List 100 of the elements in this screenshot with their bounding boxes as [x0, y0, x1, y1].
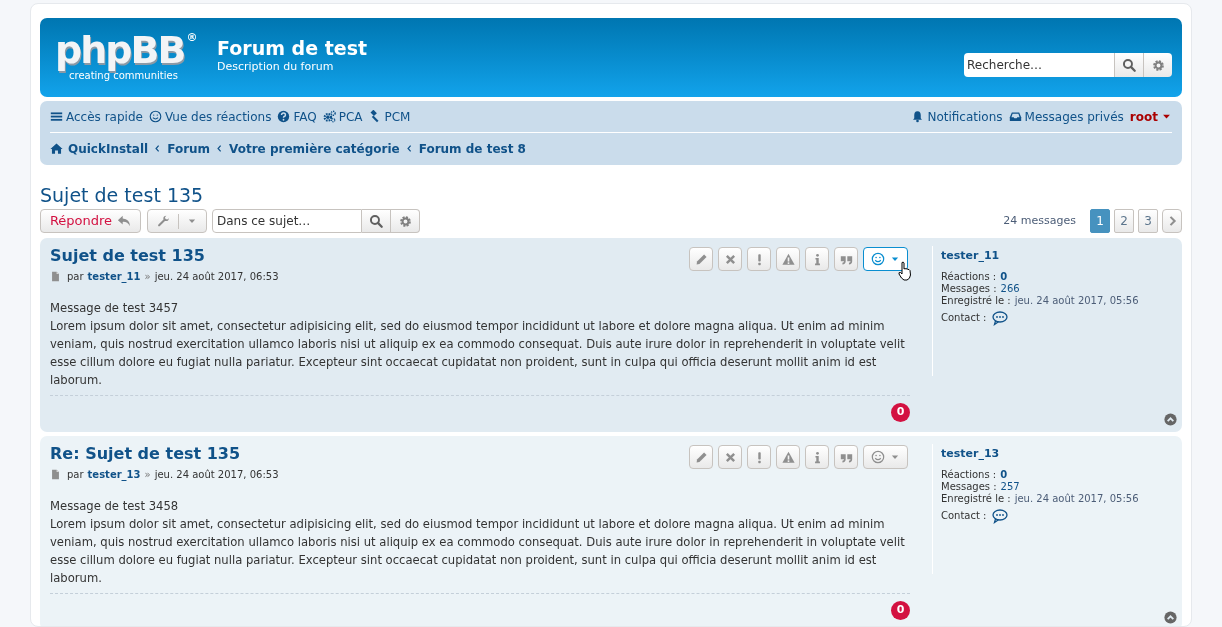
profile-value[interactable]: 266 — [1000, 283, 1020, 295]
author-link[interactable]: tester_13 — [87, 467, 141, 482]
home-icon — [50, 142, 63, 155]
close-icon — [723, 450, 737, 464]
info-button[interactable] — [805, 247, 829, 271]
profile-label: Enregistré le : — [941, 295, 1011, 307]
nav-link[interactable]: Vue des réactions — [148, 107, 272, 126]
profile-value[interactable]: 0 — [1000, 469, 1008, 481]
profile-value: jeu. 24 août 2017, 05:56 — [1014, 493, 1139, 505]
post-first-line: Message de test 3457 — [50, 300, 180, 317]
profile-label: Contact : — [941, 312, 987, 324]
menu-icon — [50, 110, 63, 123]
bell-icon — [911, 110, 925, 123]
reaction-button[interactable] — [863, 445, 908, 469]
smiley-icon — [871, 450, 885, 464]
registered-mark: ® — [186, 32, 198, 44]
warning-icon — [781, 450, 795, 464]
nav-link[interactable]: Notifications — [911, 107, 1003, 126]
help-icon — [277, 110, 291, 123]
warn-button[interactable] — [776, 445, 800, 469]
wrench-icon — [157, 214, 170, 228]
profile-username[interactable]: tester_11 — [941, 250, 1182, 262]
profile-label: Contact : — [941, 510, 987, 522]
settings-icon — [398, 214, 412, 228]
search-button[interactable] — [1114, 53, 1143, 77]
profile-value[interactable]: 0 — [1000, 271, 1008, 283]
next-page-button[interactable] — [1162, 209, 1182, 233]
topic-title[interactable]: Sujet de test 135 — [40, 183, 1182, 207]
smiley-icon — [148, 110, 162, 123]
quote-button[interactable] — [834, 247, 858, 271]
post-date: jeu. 24 août 2017, 06:53 — [154, 468, 279, 482]
profile-label: Enregistré le : — [941, 493, 1011, 505]
nav-link[interactable]: FAQ — [277, 107, 317, 126]
breadcrumb-link[interactable]: QuickInstall — [68, 139, 149, 158]
back-to-top-icon[interactable] — [1164, 413, 1177, 426]
author-prefix: par — [67, 468, 84, 482]
file-icon[interactable] — [50, 469, 61, 480]
pencil-icon — [694, 252, 708, 266]
inbox-icon — [1008, 110, 1022, 123]
warn-button[interactable] — [776, 247, 800, 271]
search-icon — [369, 214, 383, 228]
profile-label: Réactions : — [941, 469, 997, 481]
chat-icon[interactable] — [992, 310, 1009, 326]
profile-label: Réactions : — [941, 271, 997, 283]
breadcrumb-link[interactable]: Forum de test 8 — [418, 139, 526, 158]
nav-link[interactable]: Accès rapide — [50, 107, 143, 126]
date-separator: » — [144, 270, 151, 284]
back-to-top-icon[interactable] — [1164, 611, 1177, 624]
edit-button[interactable] — [689, 445, 713, 469]
page-button[interactable]: 3 — [1138, 209, 1158, 233]
post-date: jeu. 24 août 2017, 06:53 — [154, 270, 279, 284]
reply-icon — [117, 214, 132, 228]
topic-search-field[interactable]: Dans ce sujet… — [212, 209, 362, 233]
page-button[interactable]: 2 — [1114, 209, 1134, 233]
delete-button[interactable] — [718, 247, 742, 271]
breadcrumb-link[interactable]: Forum — [167, 139, 211, 158]
info-button[interactable] — [805, 445, 829, 469]
advanced-search-button[interactable] — [391, 209, 420, 233]
search-button[interactable] — [362, 209, 391, 233]
search-field[interactable]: Recherche… — [964, 53, 1114, 77]
smiley-icon — [871, 252, 885, 266]
post-title[interactable]: Sujet de test 135 — [50, 245, 279, 267]
quote-button[interactable] — [834, 445, 858, 469]
search-icon — [1122, 58, 1136, 72]
edit-button[interactable] — [689, 247, 713, 271]
pencil-icon — [694, 450, 708, 464]
delete-button[interactable] — [718, 445, 742, 469]
profile-value[interactable]: 257 — [1000, 481, 1020, 493]
settings-icon — [1151, 58, 1165, 72]
nav-link[interactable]: PCA — [322, 107, 363, 126]
chevron-icon — [404, 144, 414, 153]
author-link[interactable]: tester_11 — [87, 269, 141, 284]
report-button[interactable] — [747, 247, 771, 271]
warning-icon — [781, 252, 795, 266]
nav-link[interactable]: Messages privés — [1008, 107, 1124, 126]
page-button[interactable]: 1 — [1090, 209, 1110, 233]
reply-button[interactable]: Répondre — [40, 209, 141, 233]
post-body: Lorem ipsum dolor sit amet, consectetur adipisicing elit, sed do eiusmod tempor incididunt ut labore et dolore magna aliqua. Ut enim ad minim veniam, quis nostrud exercitation ullamco laboris nisi ut aliquip ex ea commodo consequat. Duis aute irure dolor in reprehenderit in voluptate velit esse cillum dolore eu fugiat nulla pariatur. Excepteur sint occaecat cupidatat non proident, sunt in culpa qui officia deserunt mollit anim id est laborum. — [50, 318, 906, 389]
logo-tagline: creating communities — [69, 70, 178, 82]
report-button[interactable] — [747, 445, 771, 469]
pointer-cursor-icon — [898, 261, 912, 281]
reaction-count-badge[interactable]: 0 — [891, 601, 910, 620]
post-first-line: Message de test 3458 — [50, 498, 180, 515]
advanced-search-button[interactable] — [1143, 53, 1172, 77]
site-description: Description du forum — [217, 60, 335, 73]
post-body: Lorem ipsum dolor sit amet, consectetur adipisicing elit, sed do eiusmod tempor incididunt ut labore et dolore magna aliqua. Ut enim ad minim veniam, quis nostrud exercitation ullamco laboris nisi ut aliquip ex ea commodo consequat. Duis aute irure dolor in reprehenderit in voluptate velit esse cillum dolore eu fugiat nulla pariatur. Excepteur sint occaecat cupidatat non proident, sunt in culpa qui officia deserunt mollit anim id est laborum. — [50, 516, 906, 587]
profile-label: Messages : — [941, 283, 997, 295]
reaction-count-badge[interactable]: 0 — [891, 403, 910, 422]
breadcrumb-link[interactable]: Votre première catégorie — [229, 139, 400, 158]
tools-button[interactable] — [147, 209, 207, 233]
close-icon — [723, 252, 737, 266]
date-separator: » — [144, 468, 151, 482]
chat-icon[interactable] — [992, 508, 1009, 524]
post-title[interactable]: Re: Sujet de test 135 — [50, 443, 279, 465]
profile-username[interactable]: tester_13 — [941, 448, 1182, 460]
nav-link[interactable]: PCM — [368, 107, 411, 126]
site-title: Forum de test — [217, 36, 368, 60]
user-menu[interactable]: root — [1129, 107, 1172, 126]
message-count: 24 messages — [1003, 212, 1076, 229]
file-icon[interactable] — [50, 271, 61, 282]
